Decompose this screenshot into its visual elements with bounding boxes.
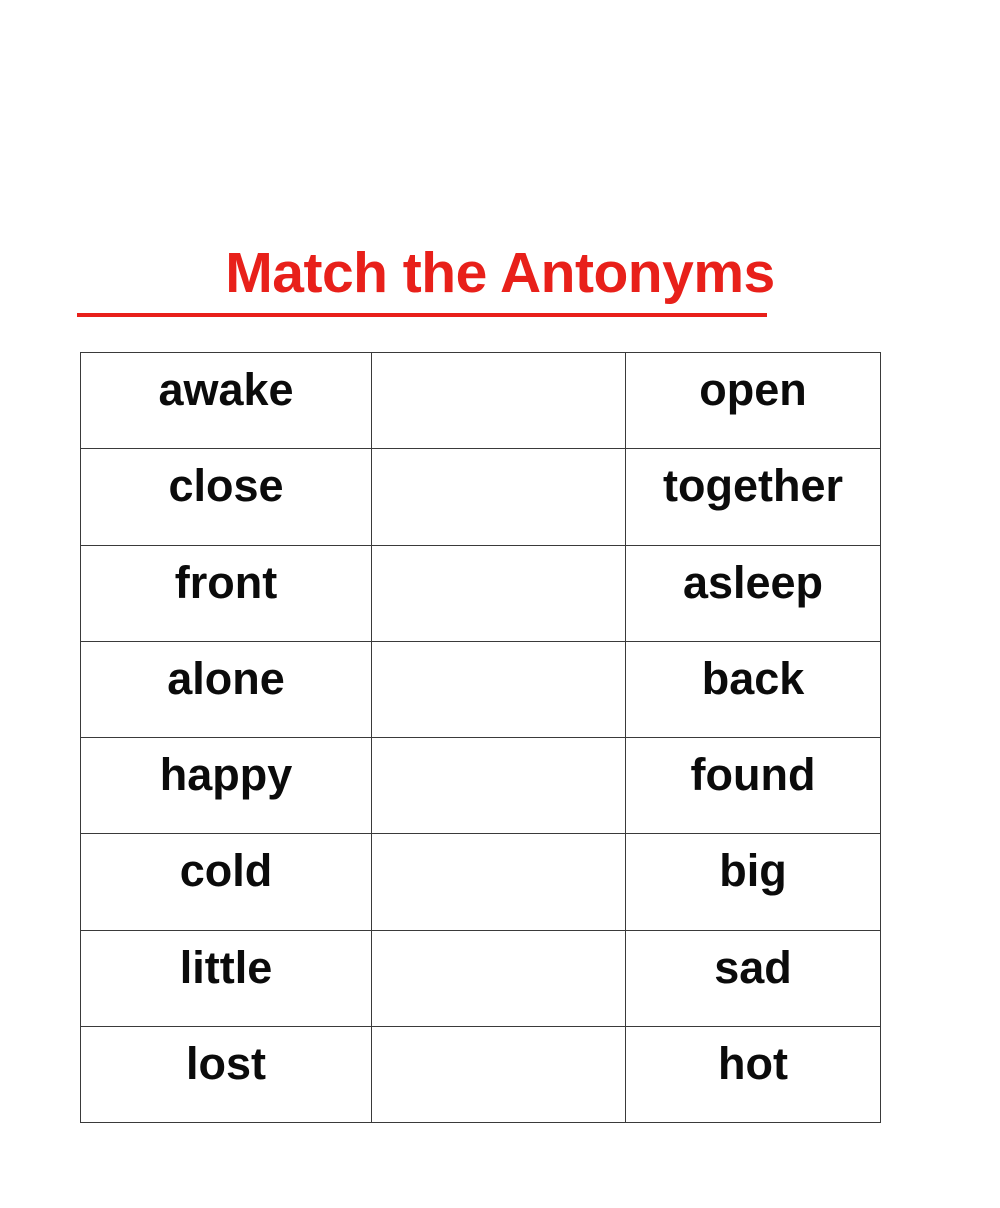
answer-blank-cell[interactable]	[371, 736, 626, 835]
word-bank-word: hot	[718, 1037, 788, 1089]
antonym-match-table: awake open close together front asleep a…	[80, 351, 881, 1124]
prompt-word: close	[168, 460, 284, 512]
word-bank-cell: open	[625, 351, 881, 450]
word-bank-cell: big	[625, 833, 881, 931]
word-bank-word: sad	[714, 941, 792, 993]
word-bank-word: together	[663, 460, 843, 512]
answer-blank-cell[interactable]	[371, 833, 626, 931]
answer-blank[interactable]	[372, 931, 625, 1026]
table-row: awake open	[80, 351, 881, 450]
word-bank-cell: asleep	[625, 544, 881, 642]
table-row: happy found	[80, 736, 881, 835]
table-row: little sad	[80, 929, 881, 1027]
prompt-word: little	[179, 941, 273, 993]
table-row: front asleep	[80, 544, 881, 642]
prompt-word: happy	[159, 749, 293, 800]
table-row: alone back	[80, 640, 881, 739]
word-bank-word: big	[719, 845, 787, 897]
word-bank-cell: hot	[625, 1025, 881, 1124]
prompt-word: lost	[185, 1037, 266, 1089]
worksheet-title-block: Match the Antonyms	[80, 240, 920, 306]
answer-blank[interactable]	[372, 642, 625, 737]
word-bank-word: asleep	[682, 556, 824, 608]
title-underline	[77, 313, 767, 317]
answer-blank-cell[interactable]	[371, 929, 626, 1027]
answer-blank[interactable]	[372, 546, 625, 641]
word-bank-word: found	[690, 749, 816, 800]
worksheet-page: Match the Antonyms awake open close toge…	[0, 0, 1000, 1208]
prompt-word: alone	[167, 652, 285, 704]
word-bank-cell: back	[625, 640, 881, 739]
page-title: Match the Antonyms	[225, 241, 775, 305]
table-row: cold big	[80, 833, 881, 931]
answer-blank-cell[interactable]	[371, 448, 626, 546]
prompt-word: awake	[158, 364, 294, 415]
table-row: lost hot	[80, 1025, 881, 1124]
answer-blank[interactable]	[372, 834, 625, 929]
answer-blank-cell[interactable]	[371, 351, 626, 450]
answer-blank-cell[interactable]	[371, 544, 626, 642]
prompt-cell: lost	[80, 1025, 372, 1124]
prompt-cell: alone	[80, 640, 372, 739]
prompt-cell: cold	[80, 833, 372, 931]
answer-blank[interactable]	[372, 1027, 625, 1122]
prompt-cell: front	[80, 544, 372, 642]
prompt-cell: little	[80, 929, 372, 1027]
word-bank-cell: found	[625, 736, 881, 835]
prompt-cell: happy	[80, 736, 372, 835]
answer-blank-cell[interactable]	[371, 640, 626, 739]
answer-blank[interactable]	[372, 738, 625, 833]
table-row: close together	[80, 448, 881, 546]
word-bank-word: open	[699, 364, 807, 415]
word-bank-word: back	[701, 652, 805, 704]
word-bank-cell: sad	[625, 929, 881, 1027]
word-bank-cell: together	[625, 448, 881, 546]
prompt-cell: awake	[80, 351, 372, 450]
prompt-cell: close	[80, 448, 372, 546]
answer-blank[interactable]	[372, 353, 625, 448]
answer-blank-cell[interactable]	[371, 1025, 626, 1124]
table-body: awake open close together front asleep a…	[80, 351, 881, 1124]
answer-blank[interactable]	[372, 449, 625, 544]
prompt-word: cold	[179, 845, 273, 897]
prompt-word: front	[174, 556, 278, 608]
